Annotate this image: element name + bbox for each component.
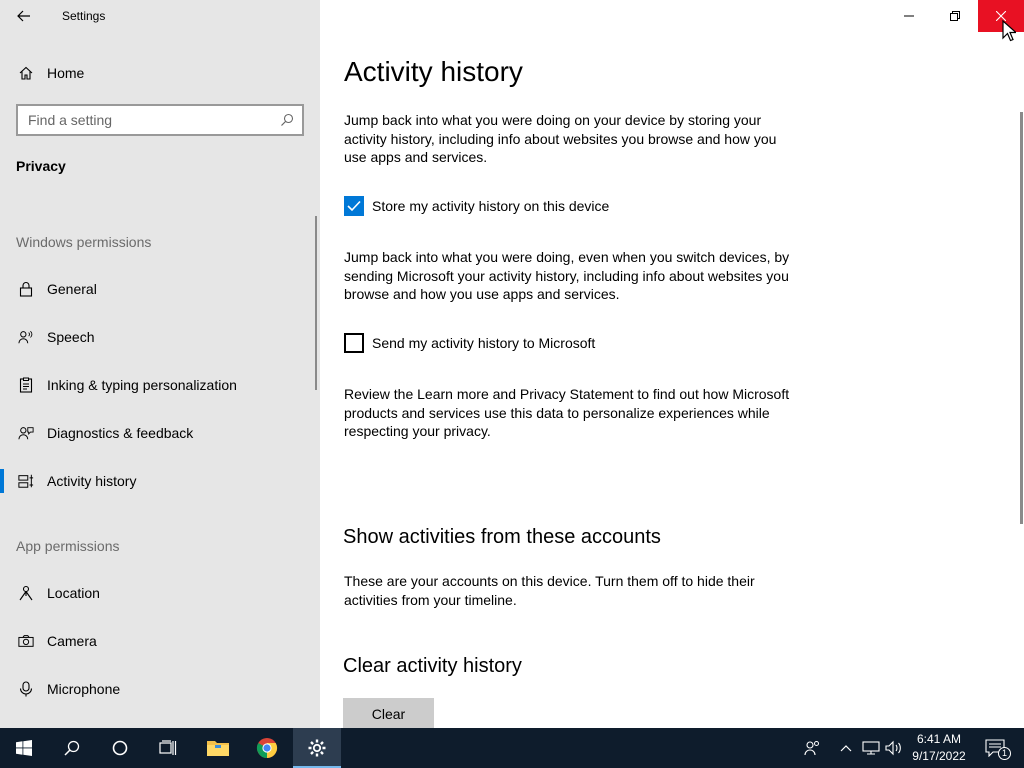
- sync-text: Jump back into what you were doing, even…: [344, 249, 790, 302]
- settings-sidebar: Settings Home Privacy Windows permission…: [0, 0, 320, 728]
- send-activity-checkbox-row[interactable]: Send my activity history to Microsoft: [344, 333, 595, 353]
- sidebar-item-diagnostics-feedback[interactable]: Diagnostics & feedback: [0, 413, 320, 453]
- people-button[interactable]: [802, 738, 822, 758]
- timeline-icon: [18, 473, 34, 489]
- group-label-windows-permissions: Windows permissions: [16, 234, 152, 250]
- sidebar-item-label: Diagnostics & feedback: [47, 425, 194, 441]
- task-view-icon: [159, 740, 177, 755]
- sidebar-item-label: Speech: [47, 329, 95, 345]
- windows-logo-icon: [16, 740, 32, 756]
- feedback-icon: [18, 425, 34, 441]
- taskbar-search-button[interactable]: [48, 728, 96, 768]
- app-title: Settings: [62, 9, 106, 23]
- speaker-icon: [885, 740, 901, 756]
- start-button[interactable]: [0, 728, 48, 768]
- chrome-button[interactable]: [243, 728, 291, 768]
- sidebar-item-location[interactable]: Location: [0, 573, 320, 613]
- main-content: Activity history Jump back into what you…: [320, 0, 1024, 730]
- send-activity-label[interactable]: Send my activity history to Microsoft: [372, 335, 595, 351]
- network-button[interactable]: [861, 738, 881, 758]
- gear-icon: [308, 739, 326, 757]
- chevron-up-icon: [840, 745, 852, 752]
- store-activity-checkbox[interactable]: [344, 196, 364, 216]
- people-icon: [804, 741, 819, 756]
- privacy-review-text: Review the Learn more and Privacy Statem…: [344, 386, 790, 439]
- file-explorer-button[interactable]: [194, 728, 242, 768]
- sidebar-item-home[interactable]: Home: [0, 56, 320, 90]
- clock-time: 6:41 AM: [916, 732, 962, 746]
- back-arrow-icon: [17, 10, 30, 22]
- sidebar-item-label: Camera: [47, 633, 97, 649]
- sidebar-item-label: Inking & typing personalization: [47, 377, 237, 393]
- lock-icon: [18, 281, 34, 297]
- send-activity-checkbox[interactable]: [344, 333, 364, 353]
- sidebar-item-label: Home: [47, 65, 85, 81]
- taskbar-clock[interactable]: 6:41 AM 9/17/2022: [906, 731, 972, 765]
- back-button[interactable]: [8, 4, 40, 28]
- sidebar-item-label: Microphone: [47, 681, 121, 697]
- store-activity-label[interactable]: Store my activity history on this device: [372, 198, 609, 214]
- microphone-icon: [18, 681, 34, 697]
- restore-icon: [950, 11, 960, 21]
- action-center-button[interactable]: 1: [983, 738, 1011, 760]
- mouse-cursor-icon: [1002, 20, 1016, 42]
- sidebar-item-speech[interactable]: Speech: [0, 317, 320, 357]
- minimize-button[interactable]: [886, 0, 932, 32]
- section-title: Privacy: [16, 158, 66, 174]
- sidebar-scrollbar[interactable]: [315, 216, 317, 390]
- chrome-icon: [256, 738, 278, 759]
- sidebar-item-label: General: [47, 281, 97, 297]
- clear-button[interactable]: Clear: [343, 698, 434, 730]
- sidebar-item-activity-history[interactable]: Activity history: [0, 461, 320, 501]
- taskbar: 6:41 AM 9/17/2022 1: [0, 728, 1024, 768]
- minimize-icon: [904, 15, 914, 17]
- speech-icon: [18, 329, 34, 345]
- page-title: Activity history: [344, 56, 523, 87]
- clock-date: 9/17/2022: [912, 749, 966, 763]
- restore-button[interactable]: [932, 0, 978, 32]
- home-icon: [18, 65, 34, 81]
- store-activity-checkbox-row[interactable]: Store my activity history on this device: [344, 196, 609, 216]
- clipboard-icon: [18, 377, 34, 393]
- search-icon[interactable]: [280, 113, 294, 127]
- notification-count-badge: 1: [998, 747, 1011, 760]
- network-icon: [862, 741, 880, 755]
- task-view-button[interactable]: [144, 728, 192, 768]
- intro-text: Jump back into what you were doing on yo…: [344, 112, 777, 165]
- close-button[interactable]: [978, 0, 1024, 32]
- camera-icon: [18, 633, 34, 649]
- cortana-button[interactable]: [96, 728, 144, 768]
- sidebar-item-microphone[interactable]: Microphone: [0, 669, 320, 709]
- folder-icon: [207, 741, 229, 756]
- search-icon: [64, 740, 80, 756]
- group-label-app-permissions: App permissions: [16, 538, 120, 554]
- search-input[interactable]: [28, 112, 268, 128]
- sidebar-item-camera[interactable]: Camera: [0, 621, 320, 661]
- cortana-circle-icon: [112, 740, 128, 756]
- sidebar-item-label: Location: [47, 585, 100, 601]
- checkmark-icon: [347, 200, 361, 212]
- sidebar-item-general[interactable]: General: [0, 269, 320, 309]
- location-icon: [18, 585, 34, 601]
- sidebar-item-label: Activity history: [47, 473, 137, 489]
- accounts-heading: Show activities from these accounts: [343, 526, 661, 548]
- clear-history-heading: Clear activity history: [343, 655, 522, 677]
- main-scrollbar[interactable]: [1020, 112, 1023, 524]
- sidebar-item-inking-typing[interactable]: Inking & typing personalization: [0, 365, 320, 405]
- show-hidden-icons-button[interactable]: [836, 738, 856, 758]
- accounts-text: These are your accounts on this device. …: [344, 573, 755, 608]
- settings-taskbar-button[interactable]: [293, 728, 341, 768]
- volume-button[interactable]: [884, 738, 904, 758]
- search-box[interactable]: [16, 104, 304, 136]
